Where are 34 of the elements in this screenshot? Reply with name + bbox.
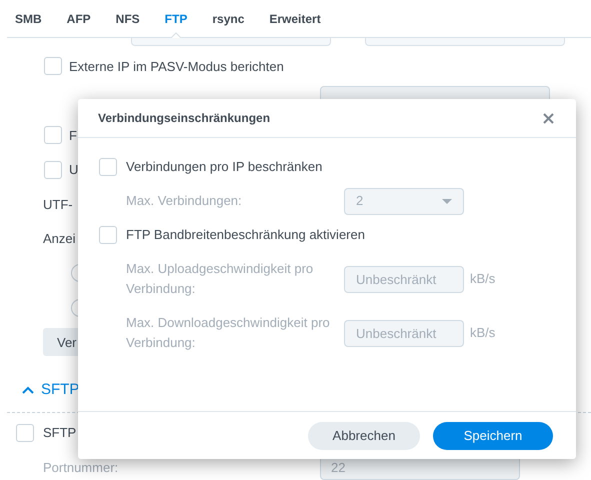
field-label: Max. Downloadgeschwindigkeit pro Verbindung: xyxy=(125,314,331,352)
close-icon[interactable] xyxy=(543,112,554,124)
checkbox[interactable] xyxy=(99,226,117,244)
setting-label: Anzei xyxy=(43,230,76,248)
cancel-button[interactable]: Abbrechen xyxy=(308,422,420,450)
input-field[interactable] xyxy=(365,38,565,46)
unit-label: kB/s xyxy=(470,324,496,342)
checkbox-label: FTP Bandbreitenbeschränkung aktivieren xyxy=(126,226,365,244)
unit-label: kB/s xyxy=(470,270,496,288)
tab[interactable]: Erweitert xyxy=(261,0,329,38)
section-title[interactable]: SFTP xyxy=(41,378,80,402)
checkbox-label: U xyxy=(69,161,78,179)
checkbox-label: F xyxy=(69,126,77,144)
checkbox[interactable] xyxy=(44,126,62,144)
dialog-title: Verbindungseinschränkungen xyxy=(98,110,270,127)
setting-label: UTF- xyxy=(43,196,73,214)
checkbox-label: Externe IP im PASV-Modus berichten xyxy=(69,58,284,76)
tab[interactable]: AFP xyxy=(58,0,99,38)
save-button[interactable]: Speichern xyxy=(433,422,553,450)
tab[interactable]: rsync xyxy=(204,0,252,38)
tab[interactable]: NFS xyxy=(108,0,148,38)
field-label: Portnummer: xyxy=(43,458,120,476)
checkbox[interactable] xyxy=(16,424,34,442)
input-field[interactable] xyxy=(131,38,331,46)
checkbox-label: Verbindungen pro IP beschränken xyxy=(126,158,322,176)
checkbox[interactable] xyxy=(44,57,62,76)
checkbox-label: SFTP xyxy=(43,424,76,442)
tab[interactable]: SMB xyxy=(7,0,50,38)
checkbox[interactable] xyxy=(44,160,62,179)
field-label: Max. Verbindungen: xyxy=(125,192,243,210)
field-label: Max. Uploadgeschwindigkeit pro Verbindung: xyxy=(125,260,314,298)
checkbox[interactable] xyxy=(99,158,117,176)
caret-icon xyxy=(442,198,452,204)
field-value: 22 xyxy=(331,458,346,476)
